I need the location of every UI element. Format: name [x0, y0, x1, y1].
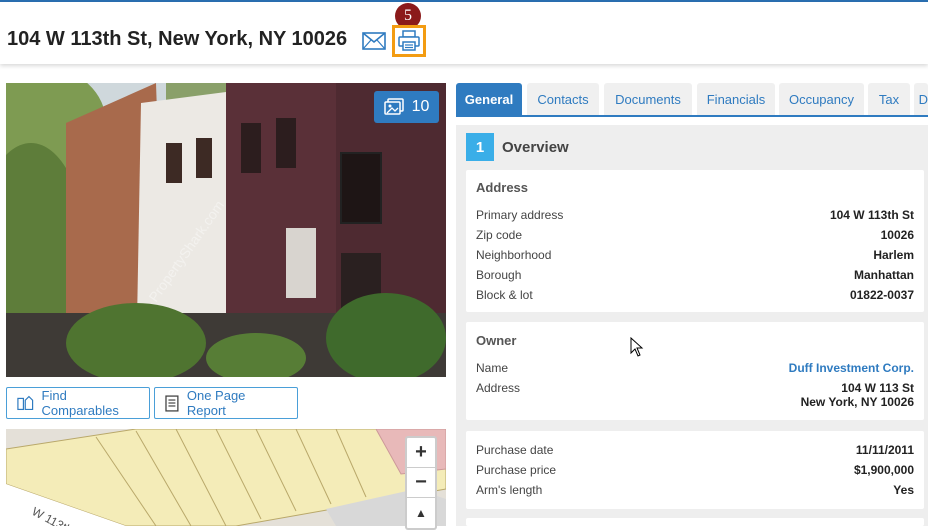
- printer-icon: [398, 30, 420, 51]
- tab-tax[interactable]: Tax: [868, 83, 910, 115]
- row-value: Harlem: [873, 248, 914, 262]
- tab-documents[interactable]: Documents: [604, 83, 692, 115]
- row-label: Address: [476, 381, 521, 395]
- document-icon: [165, 394, 179, 412]
- section-title: Overview: [502, 138, 569, 156]
- property-tabs: General Contacts Documents Financials Oc…: [456, 83, 928, 117]
- gallery-icon: [383, 98, 404, 115]
- info-row: Arm's length Yes: [476, 483, 914, 497]
- photo-gallery-button[interactable]: 10: [374, 91, 439, 123]
- info-row: Purchase price $1,900,000: [476, 463, 914, 477]
- row-label: Arm's length: [476, 483, 543, 497]
- row-label: Purchase price: [476, 463, 557, 477]
- find-comparables-label: Find Comparables: [41, 388, 119, 418]
- row-label: Block & lot: [476, 288, 533, 302]
- row-label: Neighborhood: [476, 248, 552, 262]
- row-label: Primary address: [476, 208, 564, 222]
- row-value: 01822-0037: [849, 288, 914, 302]
- one-page-report-button[interactable]: One Page Report: [154, 387, 298, 419]
- info-row: Purchase date 11/11/2011: [476, 443, 914, 457]
- map-zoom-control: + − ▲: [405, 436, 437, 530]
- compass-icon[interactable]: ▲: [407, 498, 435, 528]
- print-button[interactable]: [392, 25, 426, 57]
- zoom-in-button[interactable]: +: [407, 438, 435, 468]
- tab-general[interactable]: General: [456, 83, 522, 115]
- owner-card: Owner Name Duff Investment Corp. Address…: [466, 322, 924, 420]
- row-value: $1,900,000: [853, 463, 914, 477]
- info-row: Zip code 10026: [476, 228, 914, 242]
- owner-name-link[interactable]: Duff Investment Corp.: [789, 361, 914, 375]
- photo-count: 10: [411, 98, 430, 115]
- info-row: Block & lot 01822-0037: [476, 288, 914, 302]
- owner-card-title: Owner: [476, 333, 517, 348]
- buildings-icon: [17, 395, 34, 411]
- address-card: Address Primary address 104 W 113th St Z…: [466, 170, 924, 312]
- row-value: 104 W 113 St New York, NY 10026: [801, 381, 914, 409]
- address-card-title: Address: [476, 180, 529, 195]
- purchase-card: Purchase date 11/11/2011 Purchase price …: [466, 431, 924, 509]
- info-row: Name Duff Investment Corp.: [476, 361, 914, 375]
- property-photo[interactable]: PropertyShark.com: [6, 83, 446, 377]
- page-title: 104 W 113th St, New York, NY 10026: [7, 28, 348, 50]
- tab-occupancy[interactable]: Occupancy: [779, 83, 864, 115]
- tab-more[interactable]: D: [914, 83, 928, 115]
- info-row: Address 104 W 113 St New York, NY 10026: [476, 381, 914, 409]
- tab-contacts[interactable]: Contacts: [527, 83, 599, 115]
- row-value: 104 W 113th St: [829, 208, 914, 222]
- mouse-cursor-icon: [630, 337, 644, 357]
- info-row: Primary address 104 W 113th St: [476, 208, 914, 222]
- info-row: Borough Manhattan: [476, 268, 914, 282]
- row-label: Name: [476, 361, 509, 375]
- row-value: 10026: [880, 228, 914, 242]
- row-value: Yes: [893, 483, 914, 497]
- tab-financials[interactable]: Financials: [697, 83, 775, 115]
- find-comparables-button[interactable]: Find Comparables: [6, 387, 150, 419]
- owner-address-line1: 104 W 113 St: [841, 381, 914, 395]
- section-number: 1: [466, 133, 494, 161]
- mail-icon[interactable]: [362, 32, 386, 50]
- one-page-report-label: One Page Report: [186, 388, 246, 418]
- next-card: [466, 518, 924, 526]
- row-label: Purchase date: [476, 443, 554, 457]
- zoom-out-button[interactable]: −: [407, 468, 435, 498]
- row-value: 11/11/2011: [855, 443, 914, 457]
- info-row: Neighborhood Harlem: [476, 248, 914, 262]
- row-label: Zip code: [476, 228, 523, 242]
- property-map[interactable]: W 113th S: [6, 429, 446, 526]
- row-value: Manhattan: [854, 268, 914, 282]
- row-label: Borough: [476, 268, 522, 282]
- overview-header: 1 Overview: [466, 133, 569, 161]
- owner-address-line2: New York, NY 10026: [800, 395, 914, 409]
